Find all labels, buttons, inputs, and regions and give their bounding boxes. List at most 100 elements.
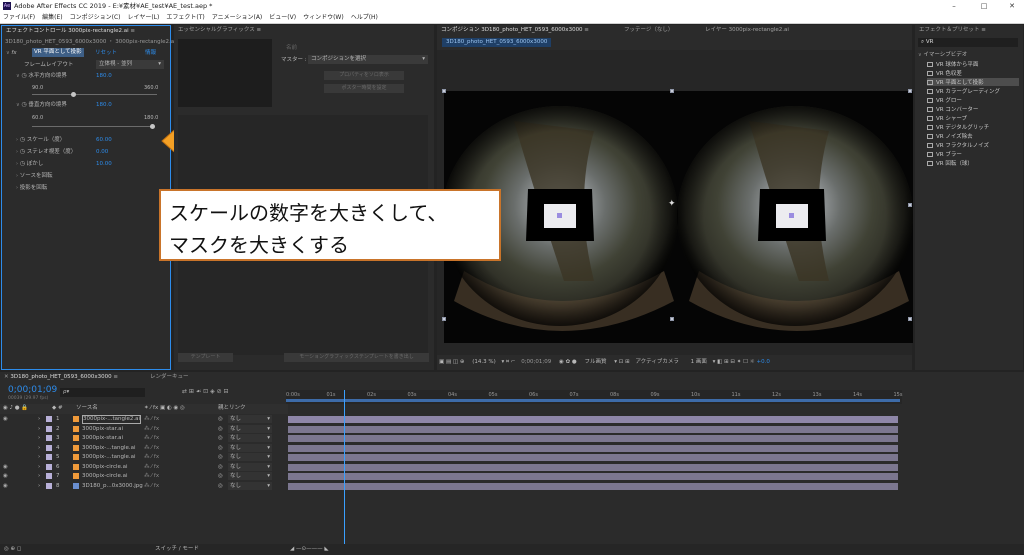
expand-chevron-icon[interactable]: › [38, 444, 40, 452]
category-immersive[interactable]: ∨ イマーシブビデオ [918, 51, 967, 59]
menu-view[interactable]: ビュー(V) [269, 14, 296, 21]
effects-search-input[interactable]: ⌕ VR [918, 38, 1018, 47]
label-color-swatch[interactable] [46, 435, 52, 441]
grid-icon[interactable]: ▾ ⌗ ⌐ [501, 359, 515, 365]
bbox-handle[interactable] [442, 317, 446, 321]
parent-pickwhip-icon[interactable]: ◎ [218, 434, 223, 442]
comp-subtab[interactable]: 3D180_photo_HET_0593_6000x3000 [442, 38, 552, 47]
bbox-handle[interactable] [908, 203, 912, 207]
playhead[interactable] [344, 390, 346, 552]
layer-duration-bar[interactable] [288, 454, 898, 461]
layer-switch-icons[interactable]: ⁂ ⁄ fx [144, 463, 159, 471]
label-color-swatch[interactable] [46, 444, 52, 451]
effect-item[interactable]: VR シャープ [927, 114, 967, 122]
essential-graphics-tab[interactable]: エッセンシャルグラフィックス ≡ [178, 25, 261, 35]
timeline-switches-icons[interactable]: ⇄ ⊞ ☙ ⊡ ◈ ⊘ ⊟ [182, 388, 229, 395]
menu-file[interactable]: ファイル(F) [3, 14, 35, 21]
template-button[interactable]: テンプレート [178, 353, 233, 362]
expand-chevron-icon[interactable]: › [38, 425, 40, 433]
expand-chevron-icon[interactable]: › [38, 472, 40, 480]
parent-select[interactable]: なし ▾ [228, 415, 272, 423]
expand-chevron-icon[interactable]: › [38, 482, 40, 490]
solo-properties-button[interactable]: プロパティをソロ表示 [324, 71, 404, 80]
parent-select[interactable]: なし ▾ [228, 443, 272, 452]
layer-duration-bar[interactable] [288, 444, 898, 452]
layer-name[interactable]: 3000pix-...tangle.ai [82, 444, 136, 452]
stereo-row[interactable]: › ◷ ステレオ視差（度） [16, 148, 76, 156]
zoom-slider[interactable]: ◢ —⊙——— ◣ [290, 544, 329, 555]
frame-layout-select[interactable]: 立体視 - 並列 ▾ [96, 60, 164, 69]
projection-rotate-row[interactable]: › 投影を回転 [16, 184, 47, 192]
exposure-value[interactable]: +0.0 [757, 359, 770, 365]
layer-row[interactable]: › 2 3000pix-star.ai ⁂ ⁄ fx ◎ なし ▾ [0, 424, 1024, 434]
effect-item[interactable]: VR ノイズ除去 [927, 132, 973, 140]
layer-switch-icons[interactable]: ⁂ ⁄ fx [144, 425, 159, 433]
layer-duration-bar[interactable] [288, 482, 898, 490]
effect-item[interactable]: VR デジタルグリッチ [927, 123, 989, 131]
bbox-handle[interactable] [442, 89, 446, 93]
source-name-header[interactable]: ソース名 [76, 404, 98, 412]
parent-select[interactable]: なし ▾ [228, 424, 272, 433]
parent-pickwhip-icon[interactable]: ◎ [218, 463, 223, 471]
effect-item[interactable]: VR フラクタルノイズ [927, 141, 989, 149]
export-mogrt-button[interactable]: モーショングラフィックステンプレートを書き出し [284, 353, 429, 362]
about-link[interactable]: 情報 [145, 49, 156, 57]
layer-row[interactable]: › 4 3000pix-...tangle.ai ⁂ ⁄ fx ◎ なし ▾ [0, 443, 1024, 453]
visibility-eye-icon[interactable]: ◉ [3, 472, 8, 480]
poster-time-button[interactable]: ポスター時間を設定 [324, 84, 404, 93]
effect-item[interactable]: VR 球体から平面 [927, 60, 978, 68]
stopwatch-icon[interactable]: ◷ [21, 72, 26, 79]
layer-duration-bar[interactable] [288, 463, 898, 471]
label-color-swatch[interactable] [46, 416, 52, 422]
menu-edit[interactable]: 編集(E) [42, 14, 62, 21]
menu-window[interactable]: ウィンドウ(W) [303, 14, 344, 21]
views-select[interactable]: 1 画面 [691, 359, 707, 365]
label-color-swatch[interactable] [46, 454, 52, 460]
parent-pickwhip-icon[interactable]: ◎ [218, 472, 223, 480]
scale-row[interactable]: › ◷ スケール（度） [16, 136, 65, 144]
region-icon[interactable]: ▾ ⊡ ⊞ [614, 359, 629, 365]
minimize-button[interactable]: – [944, 0, 964, 12]
bbox-handle[interactable] [908, 89, 912, 93]
expand-chevron-icon[interactable]: › [38, 434, 40, 442]
layer-duration-bar[interactable] [288, 425, 898, 433]
effect-item[interactable]: VR ブラー [927, 150, 962, 158]
stopwatch-icon[interactable]: ◷ [20, 148, 25, 155]
composition-tab[interactable]: コンポジション 3D180_photo_HET_0593_6000x3000 ≡ [441, 25, 589, 35]
effect-item[interactable]: VR 色収差 [927, 69, 962, 77]
layer-row[interactable]: ◉ › 7 3000pix-circle.ai ⁂ ⁄ fx ◎ なし ▾ [0, 472, 1024, 481]
layer-switch-icons[interactable]: ⁂ ⁄ fx [144, 444, 159, 452]
layer-switch-icons[interactable]: ⁂ ⁄ fx [144, 415, 159, 423]
source-rotate-row[interactable]: › ソースを回転 [16, 172, 52, 180]
footage-tab[interactable]: フッテージ（なし） [624, 25, 673, 35]
stereo-value[interactable]: 0.00 [96, 148, 108, 156]
effects-presets-tab[interactable]: エフェクト＆プリセット ≡ [919, 25, 986, 35]
anchor-point-icon[interactable]: ✦ [668, 199, 676, 209]
parent-select[interactable]: なし ▾ [228, 453, 272, 461]
h-bound-row[interactable]: ∨ ◷ 水平方向の境界 [16, 72, 67, 80]
label-color-swatch[interactable] [46, 463, 52, 470]
visibility-eye-icon[interactable]: ◉ [3, 482, 8, 490]
menu-help[interactable]: ヘルプ(H) [351, 14, 378, 21]
visibility-eye-icon[interactable]: ◉ [3, 415, 8, 423]
menu-composition[interactable]: コンポジション(C) [70, 14, 121, 21]
bbox-handle[interactable] [670, 89, 674, 93]
expand-chevron-icon[interactable]: › [38, 415, 40, 423]
blur-value[interactable]: 10.00 [96, 160, 112, 168]
h-bound-slider[interactable] [32, 92, 157, 97]
stopwatch-icon[interactable]: ◷ [20, 136, 25, 143]
menu-effect[interactable]: エフェクト(T) [166, 14, 204, 21]
layer-switch-icons[interactable]: ⁂ ⁄ fx [144, 453, 159, 461]
master-select[interactable]: コンポジションを選択 ▾ [308, 55, 428, 64]
layer-duration-bar[interactable] [288, 473, 898, 480]
layer-row[interactable]: ◉ › 8 3D180_p...0x3000.jpg ⁂ ⁄ fx ◎ なし ▾ [0, 481, 1024, 491]
menu-animation[interactable]: アニメーション(A) [212, 14, 263, 21]
visibility-eye-icon[interactable]: ◉ [3, 463, 8, 471]
footer-toggle-icons[interactable]: ◎ ⊕ ◻ [4, 546, 21, 552]
parent-select[interactable]: なし ▾ [228, 472, 272, 480]
h-bound-value[interactable]: 180.0 [96, 72, 112, 80]
layer-name[interactable]: 3000pix-circle.ai [82, 472, 128, 480]
layer-duration-bar[interactable] [288, 416, 898, 423]
parent-link-header[interactable]: 親とリンク [218, 404, 246, 412]
layer-switch-icons[interactable]: ⁂ ⁄ fx [144, 472, 159, 480]
